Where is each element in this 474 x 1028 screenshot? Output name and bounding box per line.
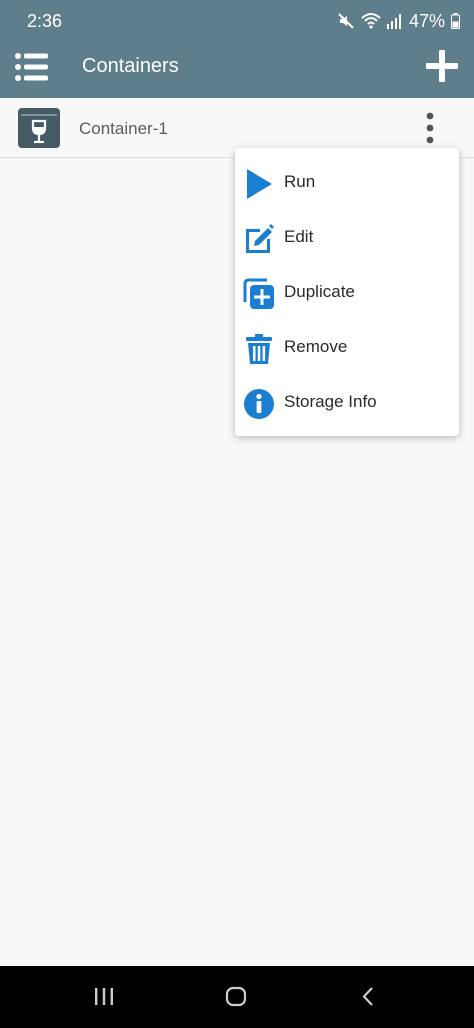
system-nav-bar xyxy=(0,966,474,1028)
menu-item-storage-info[interactable]: Storage Info xyxy=(235,375,459,430)
add-container-button[interactable] xyxy=(424,48,460,84)
trash-icon xyxy=(246,334,272,364)
menu-item-label: Remove xyxy=(284,337,348,356)
back-icon xyxy=(362,987,373,1006)
battery-icon xyxy=(451,13,460,29)
status-bar: 2:36 47% xyxy=(0,0,474,36)
menu-item-label: Storage Info xyxy=(284,392,377,411)
menu-item-remove[interactable]: Remove xyxy=(235,320,459,375)
status-icons: 47% xyxy=(337,9,460,33)
menu-item-label: Duplicate xyxy=(284,282,355,301)
plus-icon xyxy=(426,50,458,82)
menu-item-duplicate[interactable]: Duplicate xyxy=(235,265,459,320)
more-vertical-icon xyxy=(426,112,434,144)
battery-percent: 47% xyxy=(408,10,445,31)
container-context-menu: Run Edit Duplicate Remove Storage Info xyxy=(235,148,459,436)
back-button[interactable] xyxy=(353,984,383,1010)
menu-item-label: Edit xyxy=(284,227,314,246)
list-menu-icon xyxy=(15,53,48,81)
play-icon xyxy=(247,169,272,199)
container-name: Container-1 xyxy=(79,119,168,138)
signal-icon xyxy=(386,14,401,29)
mute-icon xyxy=(338,13,354,29)
wifi-icon xyxy=(361,13,381,29)
recents-icon xyxy=(95,988,113,1005)
wine-glass-box-icon xyxy=(18,108,60,148)
menu-button[interactable] xyxy=(14,50,50,84)
status-time: 2:36 xyxy=(27,11,63,31)
app-bar: Containers xyxy=(0,36,474,98)
home-icon xyxy=(225,986,247,1007)
page-title: Containers xyxy=(82,55,179,77)
menu-item-label: Run xyxy=(284,172,316,191)
info-icon xyxy=(244,389,274,419)
container-options-button[interactable] xyxy=(416,110,444,146)
home-button[interactable] xyxy=(221,984,251,1010)
recents-button[interactable] xyxy=(89,984,119,1010)
menu-item-run[interactable]: Run xyxy=(235,155,459,210)
duplicate-icon xyxy=(243,278,274,309)
edit-icon xyxy=(246,224,274,253)
menu-item-edit[interactable]: Edit xyxy=(235,210,459,265)
